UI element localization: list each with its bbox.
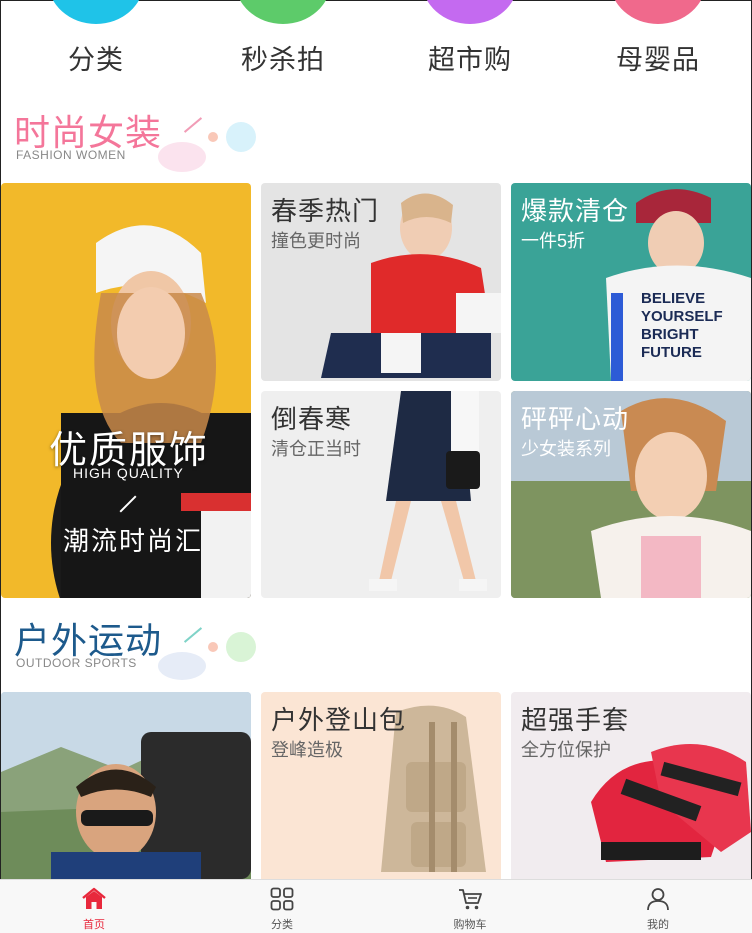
tab-categories[interactable]: 分类	[188, 880, 376, 933]
svg-text:BRIGHT: BRIGHT	[641, 326, 699, 343]
category-item-supermarket[interactable]: 超市购	[400, 0, 540, 90]
tile-title: 超强手套	[521, 705, 630, 735]
category-label: 母婴品	[616, 45, 700, 75]
category-label: 分类	[68, 45, 124, 75]
decoration-bubble	[226, 632, 256, 662]
tab-label: 购物车	[453, 919, 487, 931]
tile-subtitle: 全方位保护	[521, 740, 611, 760]
category-circle-icon	[610, 0, 706, 24]
cart-icon	[459, 889, 482, 910]
tab-label: 我的	[647, 919, 669, 931]
tab-label: 首页	[83, 919, 105, 931]
section-header-outdoor: 户外运动 OUTDOOR SPORTS	[0, 612, 752, 690]
tile-gloves[interactable]: 超强手套 全方位保护	[511, 692, 751, 879]
tile-clearance[interactable]: BELIEVE YOURSELF BRIGHT FUTURE 爆款清仓 一件5折	[511, 183, 751, 381]
tile-subtitle: 清仓正当时	[271, 439, 361, 459]
tile-en-subtitle: HIGH QUALITY	[73, 465, 184, 481]
tile-subtitle: 登峰造极	[271, 740, 343, 760]
svg-text:BELIEVE: BELIEVE	[641, 290, 705, 307]
tile-title: 爆款清仓	[521, 196, 630, 226]
tab-home[interactable]: 首页	[0, 880, 188, 933]
tile-outdoor-hiker[interactable]	[1, 692, 251, 879]
tile-subtitle: 一件5折	[521, 231, 586, 251]
decoration-bubble	[158, 142, 206, 172]
category-row: 分类 秒杀拍 超市购 母婴品	[0, 0, 752, 90]
tile-quality-apparel[interactable]: 优质服饰 HIGH QUALITY 潮流时尚汇	[1, 183, 251, 598]
tile-subtitle: 撞色更时尚	[271, 231, 361, 251]
hiker-illustration	[1, 692, 251, 879]
decoration-slash	[183, 627, 203, 643]
home-icon	[82, 887, 106, 909]
tile-spring-hot[interactable]: 春季热门 撞色更时尚	[261, 183, 501, 381]
category-item-classify[interactable]: 分类	[26, 0, 166, 90]
section-header-fashion: 时尚女装 FASHION WOMEN	[0, 104, 752, 182]
section-subtitle: OUTDOOR SPORTS	[16, 656, 137, 670]
decoration-slash	[183, 117, 203, 133]
tile-title: 户外登山包	[271, 705, 407, 735]
decoration-bubble	[158, 652, 206, 680]
section-subtitle: FASHION WOMEN	[16, 148, 126, 162]
category-item-flash-sale[interactable]: 秒杀拍	[213, 0, 353, 90]
svg-text:YOURSELF: YOURSELF	[641, 308, 723, 325]
category-label: 超市购	[428, 45, 512, 75]
tab-cart[interactable]: 购物车	[376, 880, 564, 933]
category-label: 秒杀拍	[241, 45, 325, 75]
svg-text:FUTURE: FUTURE	[641, 344, 702, 361]
tile-heartbeat[interactable]: 砰砰心动 少女装系列	[511, 391, 751, 598]
category-item-baby[interactable]: 母婴品	[588, 0, 728, 90]
decoration-dot	[208, 132, 218, 142]
decoration-dot	[208, 642, 218, 652]
tile-title: 春季热门	[271, 196, 380, 226]
tile-title: 砰砰心动	[521, 404, 630, 434]
tile-subtitle: 少女装系列	[521, 439, 611, 459]
tab-profile[interactable]: 我的	[564, 880, 752, 933]
tile-subtitle: 潮流时尚汇	[63, 526, 204, 556]
category-circle-icon	[422, 0, 518, 24]
user-icon	[647, 888, 669, 911]
category-circle-icon	[48, 0, 144, 24]
tile-hiking-backpack[interactable]: 户外登山包 登峰造极	[261, 692, 501, 879]
grid-icon	[270, 887, 294, 911]
tab-label: 分类	[271, 919, 293, 931]
bottom-tab-bar: 首页 分类 购物车 我的	[0, 879, 752, 933]
tile-title: 倒春寒	[271, 404, 353, 434]
tile-cold-spring[interactable]: 倒春寒 清仓正当时	[261, 391, 501, 598]
decoration-bubble	[226, 122, 256, 152]
category-circle-icon	[235, 0, 331, 24]
